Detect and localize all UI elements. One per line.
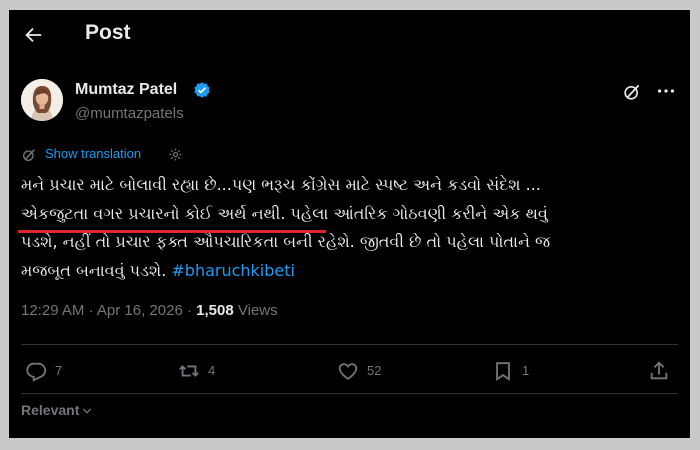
- repost-count: 4: [208, 363, 216, 378]
- sort-label: Relevant: [21, 402, 80, 418]
- like-icon: [338, 363, 358, 380]
- post-time[interactable]: 12:29 AM: [21, 302, 84, 319]
- post-line-text: મજબૂત બનાવવું પડશે.: [21, 260, 167, 280]
- avatar-image: [21, 79, 63, 121]
- sort-dropdown[interactable]: Relevant: [21, 402, 92, 418]
- page-title: Post: [85, 21, 131, 44]
- back-button[interactable]: [22, 24, 44, 46]
- author-handle[interactable]: @mumtazpatels: [75, 105, 184, 122]
- meta-separator: ·: [186, 302, 192, 319]
- post-text: મને પ્રચાર માટે બોલાવી રહ્યા છે...પણ ભરૂ…: [21, 171, 661, 285]
- translate-icon: [23, 149, 35, 161]
- author-name[interactable]: Mumtaz Patel: [75, 81, 177, 99]
- post-line: એકજુટતા વગર પ્રચારનો કોઈ અર્થ નથી. પહેલા…: [21, 203, 548, 223]
- post-meta: 12:29 AM · Apr 16, 2026 · 1,508 Views: [21, 302, 278, 319]
- post-date[interactable]: Apr 16, 2026: [97, 302, 183, 319]
- back-arrow-icon: [25, 27, 42, 43]
- views-count: 1,508: [196, 302, 234, 319]
- verified-badge-icon: [194, 82, 210, 98]
- bookmark-icon: [496, 362, 510, 381]
- header: Post: [9, 10, 690, 60]
- meta-separator: ·: [88, 302, 94, 319]
- grok-icon[interactable]: [622, 82, 642, 102]
- chevron-down-icon: [83, 408, 92, 414]
- hashtag-link[interactable]: #bharuchkibeti: [171, 261, 295, 280]
- post-frame: Post Mumtaz Patel @mumtazpatels Show tra…: [9, 10, 690, 438]
- divider: [21, 344, 678, 345]
- avatar[interactable]: [21, 79, 63, 121]
- more-icon[interactable]: [655, 80, 677, 102]
- post-line-last: મજબૂત બનાવવું પડશે. #bharuchkibeti: [21, 257, 661, 286]
- action-bar: 7 4 52 1: [9, 360, 690, 386]
- views-label: Views: [237, 302, 278, 319]
- like-count: 52: [367, 363, 382, 378]
- reply-count: 7: [55, 363, 63, 378]
- highlight-underline: [18, 230, 326, 233]
- settings-icon[interactable]: [168, 147, 183, 162]
- repost-icon: [179, 365, 199, 377]
- share-icon: [650, 361, 668, 380]
- show-translation-link[interactable]: Show translation: [45, 146, 141, 161]
- post-line: મને પ્રચાર માટે બોલાવી રહ્યા છે...પણ ભરૂ…: [21, 175, 541, 194]
- reply-icon: [26, 362, 47, 382]
- bookmark-count: 1: [522, 363, 530, 378]
- divider: [21, 393, 678, 394]
